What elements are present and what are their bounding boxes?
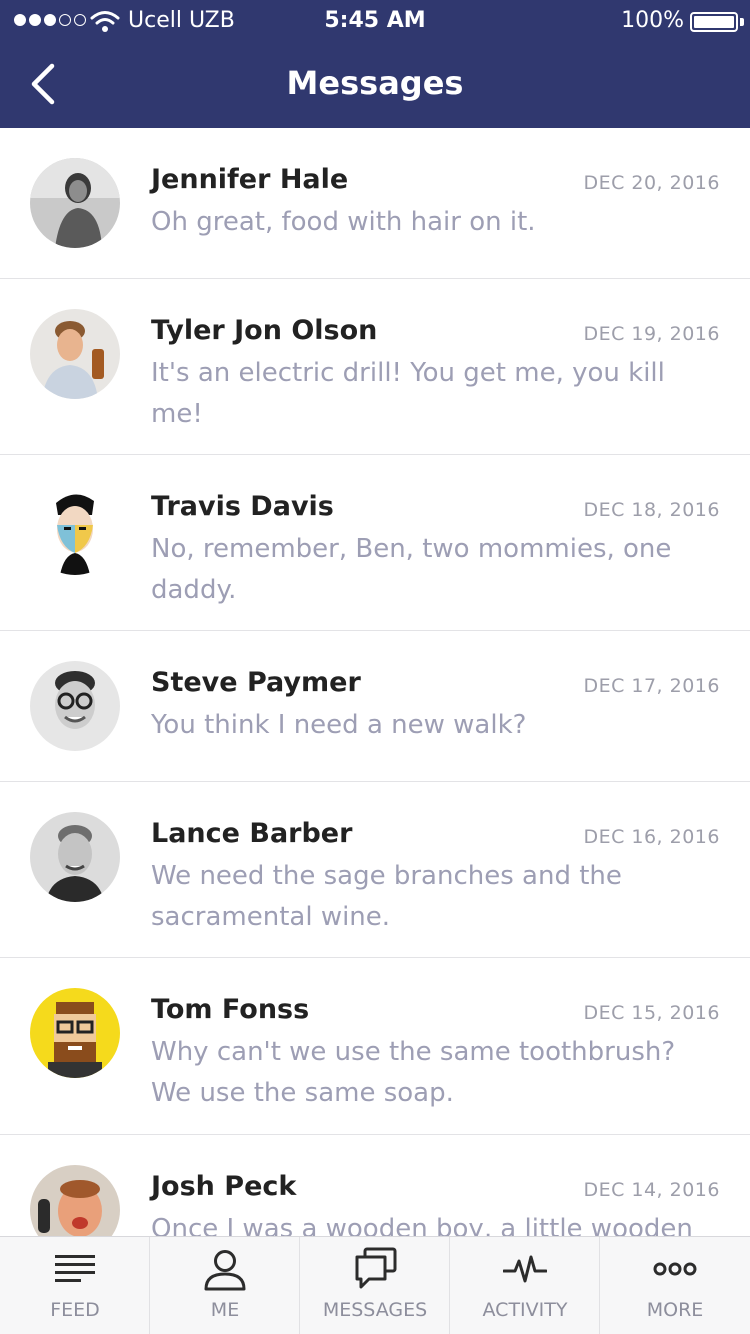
avatar [30, 988, 120, 1078]
avatar [30, 485, 120, 575]
message-date: DEC 18, 2016 [583, 499, 720, 521]
tab-messages[interactable]: MESSAGES [300, 1237, 450, 1334]
tab-label: ACTIVITY [482, 1299, 568, 1321]
message-date: DEC 20, 2016 [583, 172, 720, 194]
message-preview: No, remember, Ben, two mommies, one dadd… [151, 534, 672, 605]
message-list[interactable]: Jennifer Hale DEC 20, 2016 Oh great, foo… [0, 128, 750, 1236]
lines-icon [55, 1255, 95, 1282]
contact-name: Steve Paymer [151, 667, 361, 698]
message-row[interactable]: Steve Paymer DEC 17, 2016 You think I ne… [0, 631, 750, 782]
contact-name: Tyler Jon Olson [151, 315, 378, 346]
message-date: DEC 16, 2016 [583, 826, 720, 848]
message-preview: Why can't we use the same toothbrush? We… [151, 1037, 676, 1108]
avatar [30, 309, 120, 399]
contact-name: Jennifer Hale [151, 164, 349, 195]
message-preview: You think I need a new walk? [151, 710, 527, 740]
message-preview: Oh great, food with hair on it. [151, 207, 536, 237]
tab-bar: FEED ME MESSAGES ACTIVITY MORE [0, 1236, 750, 1334]
battery-icon [690, 12, 738, 32]
tab-label: MESSAGES [322, 1299, 428, 1321]
message-preview: We need the sage branches and the sacram… [151, 861, 622, 932]
message-row[interactable]: Tom Fonss DEC 15, 2016 Why can't we use … [0, 958, 750, 1135]
person-icon [204, 1250, 246, 1291]
message-row[interactable]: Tyler Jon Olson DEC 19, 2016 It's an ele… [0, 279, 750, 455]
message-row[interactable]: Jennifer Hale DEC 20, 2016 Oh great, foo… [0, 128, 750, 279]
message-preview: It's an electric drill! You get me, you … [151, 358, 665, 429]
contact-name: Josh Peck [151, 1171, 297, 1202]
top-header: Ucell UZB 5:45 AM 100% Messages [0, 0, 750, 128]
message-preview: Once I was a wooden boy, a little wooden [151, 1214, 693, 1236]
tab-more[interactable]: MORE [600, 1237, 750, 1334]
message-row[interactable]: Travis Davis DEC 18, 2016 No, remember, … [0, 455, 750, 631]
message-row[interactable]: Josh Peck DEC 14, 2016 Once I was a wood… [0, 1135, 750, 1236]
avatar [30, 812, 120, 902]
message-date: DEC 17, 2016 [583, 675, 720, 697]
contact-name: Travis Davis [151, 491, 334, 522]
battery-cap [740, 18, 744, 26]
message-date: DEC 14, 2016 [583, 1179, 720, 1201]
tab-me[interactable]: ME [150, 1237, 300, 1334]
tab-label: FEED [50, 1299, 100, 1321]
contact-name: Lance Barber [151, 818, 353, 849]
message-date: DEC 19, 2016 [583, 323, 720, 345]
status-bar: Ucell UZB 5:45 AM 100% [0, 0, 750, 42]
page-title: Messages [286, 64, 464, 102]
battery-percent: 100% [621, 8, 684, 33]
avatar [30, 158, 120, 248]
tab-feed[interactable]: FEED [0, 1237, 150, 1334]
tab-label: MORE [646, 1299, 704, 1321]
tab-activity[interactable]: ACTIVITY [450, 1237, 600, 1334]
contact-name: Tom Fonss [151, 994, 310, 1025]
more-dots-icon [653, 1262, 697, 1276]
message-date: DEC 15, 2016 [583, 1002, 720, 1024]
chat-icon [355, 1247, 397, 1289]
message-row[interactable]: Lance Barber DEC 16, 2016 We need the sa… [0, 782, 750, 958]
avatar [30, 1165, 120, 1236]
tab-label: ME [210, 1299, 240, 1321]
avatar [30, 661, 120, 751]
pulse-icon [503, 1255, 547, 1283]
